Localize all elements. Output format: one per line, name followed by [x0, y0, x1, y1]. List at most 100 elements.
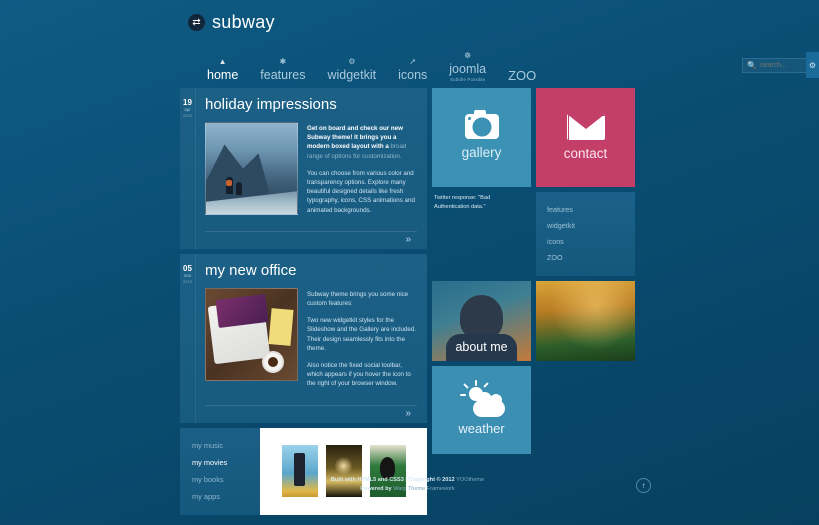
notepad-shape — [268, 307, 294, 347]
nav-label: joomla — [449, 62, 487, 76]
date-year: 2012 — [183, 113, 192, 118]
article-inner: Subway theme brings you some nice custom… — [205, 287, 417, 397]
side-menu-item-widgetkit[interactable]: widgetkit — [547, 218, 635, 234]
tile-grid: gallery contact Twitter response: "Bad A… — [432, 88, 635, 454]
date-year: 2012 — [183, 278, 192, 284]
mountain-hikers-photo[interactable] — [205, 122, 298, 215]
date-day: 19 — [183, 98, 192, 107]
article-text: Get on board and check our new Subway th… — [307, 122, 417, 223]
cloud-shape — [472, 392, 505, 417]
joomla-icon: ☸ — [464, 51, 472, 60]
social-toolbar-icon: ⚙ — [808, 60, 817, 70]
right-column: gallery contact Twitter response: "Bad A… — [432, 88, 635, 515]
hiker-figure — [236, 181, 243, 195]
footer-built-with: Built with HTML5 and CSS3 | Copyright © … — [330, 477, 457, 483]
article-footer: » — [205, 404, 417, 423]
nav-item-joomla[interactable]: ☸ joomla Subtitle Possible — [438, 51, 497, 83]
article-paragraph: You can choose from various color and tr… — [307, 169, 415, 214]
side-menu-module: features widgetkit icons ZOO — [536, 192, 635, 276]
footer-line-2: Powered by Warp Theme Framework — [180, 485, 635, 494]
article-title[interactable]: my new office — [205, 261, 417, 281]
camera-flash-dot — [467, 117, 471, 120]
site-header: ⇄ subway ▲ home ✱ features ⚙ widgetkit ➚… — [180, 0, 819, 83]
gear-icon: ⚙ — [348, 57, 356, 66]
article-body: holiday impressions Get on board and che… — [196, 88, 427, 249]
envelope-icon — [566, 113, 606, 141]
nav-item-zoo[interactable]: ZOO — [497, 68, 547, 83]
date-day: 05 — [183, 263, 192, 273]
arrow-up-icon: ↑ — [641, 481, 646, 490]
camera-icon — [464, 110, 499, 139]
tile-contact[interactable]: contact — [536, 88, 635, 187]
article-title[interactable]: holiday impressions — [205, 95, 417, 115]
side-menu-item-icons[interactable]: icons — [547, 234, 635, 250]
left-column: 19 apr 2012 holiday impressions Get on b… — [180, 88, 427, 515]
tile-label: about me — [455, 340, 508, 354]
article-body: my new office Subway theme brings you so… — [196, 254, 427, 423]
scroll-to-top-button[interactable]: ↑ — [636, 478, 651, 493]
tile-label: contact — [563, 145, 608, 161]
sun-ray — [459, 394, 466, 396]
article-text: Subway theme brings you some nice custom… — [307, 288, 417, 397]
side-menu-list: features widgetkit icons ZOO — [547, 202, 635, 266]
site-logo[interactable]: ⇄ subway — [188, 12, 635, 33]
article-paragraph: Also notice the fixed social toolbar, wh… — [307, 362, 411, 388]
footer-line-1: Built with HTML5 and CSS3 | Copyright © … — [180, 476, 635, 485]
main-navigation: ▲ home ✱ features ⚙ widgetkit ➚ icons ☸ … — [188, 51, 635, 83]
footer-framework[interactable]: Warp Theme Framework — [393, 486, 455, 492]
twitter-error-message: Twitter response: "Bad Authentication da… — [434, 195, 491, 210]
nav-item-widgetkit[interactable]: ⚙ widgetkit — [316, 57, 387, 83]
nav-label: widgetkit — [327, 68, 377, 82]
site-footer: Built with HTML5 and CSS3 | Copyright © … — [180, 476, 651, 494]
backpack-shape — [226, 179, 233, 186]
article-paragraph: Subway theme brings you some nice custom… — [307, 290, 409, 308]
nav-item-icons[interactable]: ➚ icons — [387, 57, 438, 83]
poster-gallery — [260, 427, 427, 515]
article-paragraph: Get on board and check our new Subway th… — [307, 124, 417, 161]
nav-item-features[interactable]: ✱ features — [249, 57, 316, 83]
sun-ray — [482, 382, 489, 388]
nav-subtitle: Subtitle Possible — [450, 77, 486, 82]
swap-arrows-icon: ⇄ — [188, 14, 205, 31]
social-toolbar-tab[interactable]: ⚙ — [806, 52, 819, 78]
tile-autumn-photo[interactable] — [536, 281, 635, 361]
article-footer: » — [205, 230, 417, 249]
media-menu-item-my-movies[interactable]: my movies — [192, 454, 260, 471]
content-row: 19 apr 2012 holiday impressions Get on b… — [180, 88, 635, 515]
nav-label: home — [207, 68, 239, 82]
tile-about-me[interactable]: about me — [432, 281, 531, 361]
tile-label: gallery — [461, 145, 502, 160]
nav-label: ZOO — [508, 68, 537, 83]
tile-gallery[interactable]: gallery — [432, 88, 531, 187]
search-icon: 🔍 — [747, 60, 757, 70]
star-icon: ✱ — [279, 57, 287, 66]
logo-text: subway — [212, 12, 275, 32]
article-my-new-office: 05 mar 2012 my new office Subway theme b… — [180, 253, 427, 423]
sun-ray — [474, 380, 477, 386]
home-icon: ▲ — [218, 57, 227, 66]
read-more-arrow[interactable]: » — [405, 235, 411, 245]
side-menu-item-features[interactable]: features — [547, 202, 635, 218]
media-menu: my music my movies my books my apps — [180, 428, 260, 515]
laptop-desk-coffee-photo[interactable] — [205, 287, 298, 381]
nav-label: icons — [398, 68, 428, 82]
coffee-cup-shape — [262, 351, 285, 374]
footer-powered-by: Powered by — [360, 486, 394, 492]
tile-label: weather — [458, 421, 505, 436]
footer-brand[interactable]: YOOtheme — [456, 477, 484, 483]
article-date: 19 apr 2012 — [180, 88, 196, 249]
media-module: my music my movies my books my apps — [180, 427, 427, 515]
tile-weather[interactable]: weather — [432, 366, 531, 454]
article-date: 05 mar 2012 — [180, 253, 196, 423]
nav-label: features — [260, 68, 306, 82]
camera-hump — [473, 110, 486, 115]
article-inner: Get on board and check our new Subway th… — [205, 122, 417, 223]
main-content: 19 apr 2012 holiday impressions Get on b… — [180, 88, 635, 515]
wand-icon: ➚ — [409, 57, 417, 66]
side-menu-item-zoo[interactable]: ZOO — [547, 250, 635, 266]
article-holiday-impressions: 19 apr 2012 holiday impressions Get on b… — [180, 88, 427, 249]
nav-item-home[interactable]: ▲ home — [196, 57, 249, 83]
read-more-arrow[interactable]: » — [405, 409, 411, 419]
article-paragraph: Two new widgetkit styles for the Slidesh… — [307, 317, 417, 352]
media-menu-item-my-music[interactable]: my music — [192, 437, 260, 454]
